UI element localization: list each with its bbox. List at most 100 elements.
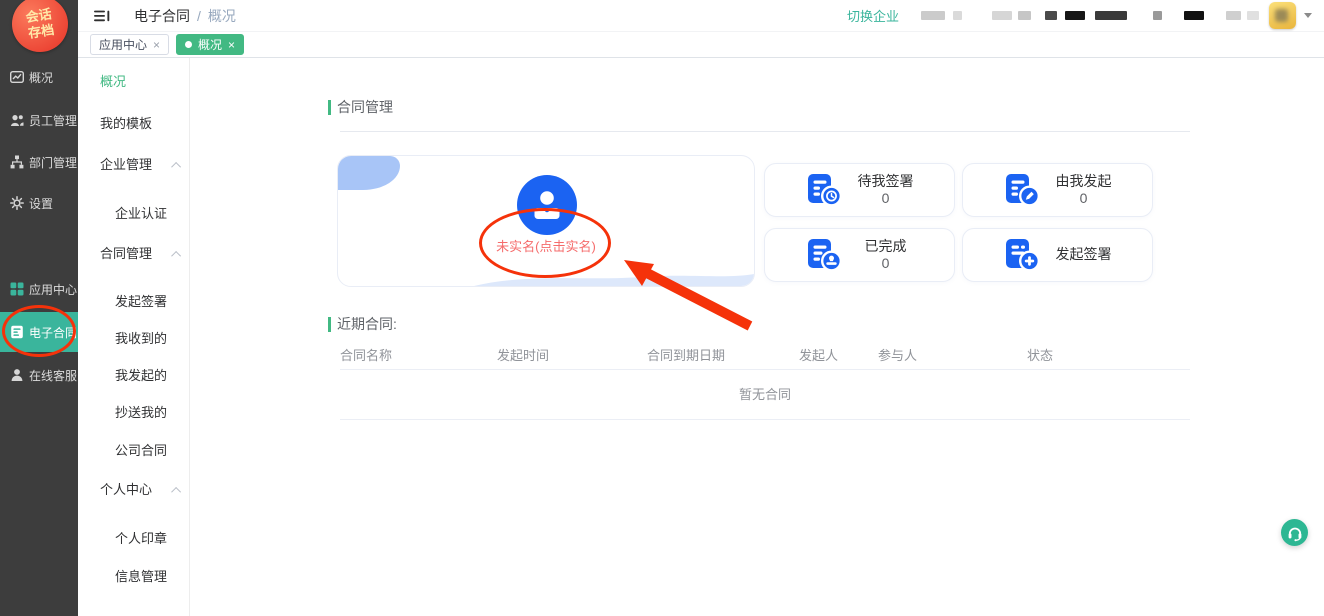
- menu-item-enterprise-auth[interactable]: 企业认证: [115, 205, 167, 223]
- menu-item-label: 我收到的: [115, 331, 167, 346]
- col-participants: 参与人: [878, 345, 1027, 364]
- section-title-recent-contracts: 近期合同:: [328, 314, 397, 334]
- decor-wave: [474, 270, 754, 286]
- col-status: 状态: [1027, 345, 1190, 364]
- menu-item-initiate-sign[interactable]: 发起签署: [115, 293, 167, 311]
- menu-item-label: 我的模板: [100, 116, 152, 131]
- chevron-up-icon: [171, 251, 181, 261]
- menu-item-label: 我发起的: [115, 368, 167, 383]
- sidebar-item-label: 应用中心: [29, 281, 77, 298]
- sidebar-item-departments[interactable]: 部门管理: [0, 142, 78, 182]
- menu-item-initiated-by-me[interactable]: 我发起的: [115, 367, 167, 385]
- employees-icon: [10, 113, 24, 127]
- menu-item-company-contract[interactable]: 公司合同: [115, 442, 167, 460]
- stat-value: 0: [843, 255, 928, 273]
- stat-value: 0: [843, 190, 928, 208]
- tab-close-icon[interactable]: ×: [153, 38, 160, 52]
- doc-edit-icon: [1003, 173, 1041, 207]
- menu-item-label: 企业管理: [100, 157, 152, 172]
- active-tab-dot-icon: [185, 41, 192, 48]
- sidebar-item-overview[interactable]: 概况: [0, 57, 78, 97]
- dropdown-caret-icon[interactable]: [1304, 13, 1312, 18]
- sidebar-item-e-contract[interactable]: 电子合同: [0, 312, 78, 352]
- stat-card-initiate-signing[interactable]: 发起签署: [962, 228, 1153, 282]
- empty-state-text: 暂无合同: [340, 370, 1190, 420]
- sidebar-item-settings[interactable]: 设置: [0, 183, 78, 223]
- secondary-sidebar: 概况 我的模板 企业管理 企业认证 合同管理 发起签署 我收到的 我发起的 抄送…: [78, 58, 190, 616]
- section-title-marker: [328, 317, 331, 332]
- primary-sidebar: 概况 员工管理 部门管理 设置 应用中心 电子合同 在线客服: [0, 0, 78, 616]
- gear-icon: [10, 196, 24, 210]
- sidebar-item-employees[interactable]: 员工管理: [0, 100, 78, 140]
- sidebar-item-label: 在线客服: [29, 367, 77, 384]
- col-contract-name: 合同名称: [340, 345, 497, 364]
- stat-card-completed[interactable]: 已完成 0: [764, 228, 955, 282]
- menu-item-overview[interactable]: 概况: [100, 73, 126, 91]
- tab-close-icon[interactable]: ×: [228, 38, 235, 52]
- stat-value: 0: [1041, 190, 1126, 208]
- tab-app-center[interactable]: 应用中心 ×: [90, 34, 169, 55]
- menu-group-enterprise[interactable]: 企业管理: [100, 156, 181, 174]
- menu-item-label: 抄送我的: [115, 405, 167, 420]
- app-logo-line2: 存档: [27, 22, 55, 41]
- departments-icon: [10, 155, 24, 169]
- headset-icon: [1286, 524, 1304, 542]
- menu-item-label: 信息管理: [115, 569, 167, 584]
- breadcrumb-separator: /: [197, 8, 201, 24]
- header-right: 切换企业: [847, 2, 1312, 29]
- tab-label: 应用中心: [99, 36, 147, 53]
- user-avatar[interactable]: [1269, 2, 1296, 29]
- tab-label: 概况: [198, 36, 222, 53]
- menu-item-label: 企业认证: [115, 206, 167, 221]
- stat-card-awaiting-my-signature[interactable]: 待我签署 0: [764, 163, 955, 217]
- menu-item-label: 概况: [100, 74, 126, 89]
- breadcrumb: 电子合同 / 概况: [134, 6, 236, 26]
- contract-doc-icon: [10, 325, 24, 339]
- menu-item-label: 发起签署: [115, 294, 167, 309]
- stat-label: 由我发起: [1041, 173, 1126, 191]
- menu-item-info-management[interactable]: 信息管理: [115, 568, 167, 586]
- table-header-row: 合同名称 发起时间 合同到期日期 发起人 参与人 状态: [340, 340, 1190, 370]
- switch-company-link[interactable]: 切换企业: [847, 6, 899, 25]
- doc-add-icon: [1003, 238, 1041, 272]
- sidebar-item-app-center[interactable]: 应用中心: [0, 269, 78, 309]
- divider: [340, 131, 1190, 132]
- menu-item-label: 公司合同: [115, 443, 167, 458]
- tab-overview[interactable]: 概况 ×: [176, 34, 244, 55]
- menu-group-contract[interactable]: 合同管理: [100, 245, 181, 263]
- person-icon: [10, 368, 24, 382]
- collapse-menu-icon[interactable]: [94, 9, 110, 23]
- menu-item-label: 个人中心: [100, 482, 152, 497]
- menu-group-personal-center[interactable]: 个人中心: [100, 481, 181, 499]
- col-initiator: 发起人: [799, 345, 878, 364]
- doc-clock-icon: [805, 173, 843, 207]
- stat-label: 待我签署: [843, 173, 928, 191]
- top-header: 电子合同 / 概况 切换企业: [78, 0, 1324, 32]
- menu-item-personal-seal[interactable]: 个人印章: [115, 530, 167, 548]
- recent-contracts-table: 合同名称 发起时间 合同到期日期 发起人 参与人 状态 暂无合同: [340, 340, 1190, 420]
- menu-item-cc-to-me[interactable]: 抄送我的: [115, 404, 167, 422]
- sidebar-item-online-service[interactable]: 在线客服: [0, 355, 78, 395]
- doc-stamp-icon: [805, 238, 843, 272]
- app-window: 概况 员工管理 部门管理 设置 应用中心 电子合同 在线客服 会话: [0, 0, 1324, 616]
- section-title-text: 近期合同:: [337, 314, 397, 334]
- realname-card: 未实名(点击实名): [337, 155, 755, 287]
- chevron-up-icon: [171, 162, 181, 172]
- sidebar-item-label: 员工管理: [29, 112, 77, 129]
- redacted-user-info: [921, 11, 1259, 20]
- menu-item-my-templates[interactable]: 我的模板: [100, 115, 152, 133]
- section-title-contract-management: 合同管理: [328, 97, 393, 117]
- section-title-text: 合同管理: [337, 97, 393, 117]
- sidebar-item-label: 部门管理: [29, 154, 77, 171]
- realname-avatar-button[interactable]: [517, 175, 577, 235]
- menu-item-label: 个人印章: [115, 531, 167, 546]
- breadcrumb-current: 概况: [208, 6, 236, 26]
- stat-card-initiated-by-me[interactable]: 由我发起 0: [962, 163, 1153, 217]
- breadcrumb-section[interactable]: 电子合同: [134, 6, 190, 26]
- customer-service-button[interactable]: [1281, 519, 1308, 546]
- dashboard-icon: [10, 70, 24, 84]
- menu-item-received[interactable]: 我收到的: [115, 330, 167, 348]
- section-title-marker: [328, 100, 331, 115]
- realname-notice-link[interactable]: 未实名(点击实名): [338, 236, 754, 255]
- sidebar-item-label: 概况: [29, 69, 53, 86]
